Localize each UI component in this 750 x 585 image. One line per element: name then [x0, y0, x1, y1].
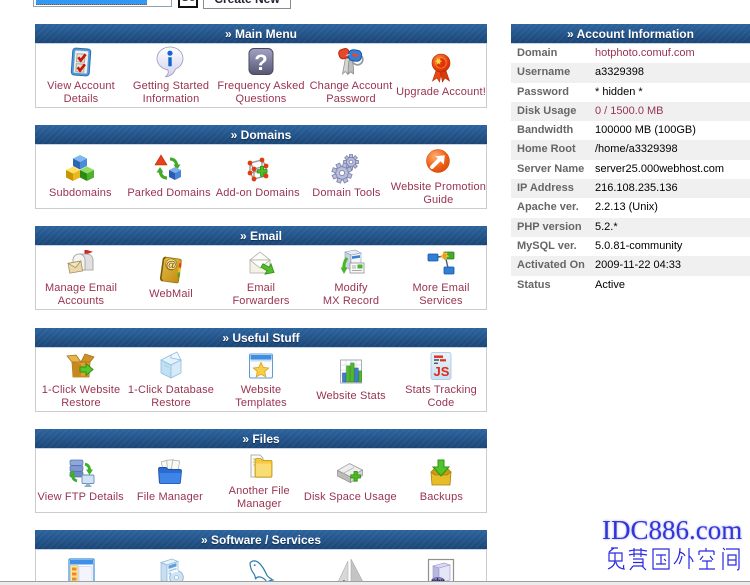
- svg-text:@: @: [165, 259, 177, 272]
- svg-text:JS: JS: [434, 364, 450, 379]
- svg-text:?: ?: [254, 50, 267, 75]
